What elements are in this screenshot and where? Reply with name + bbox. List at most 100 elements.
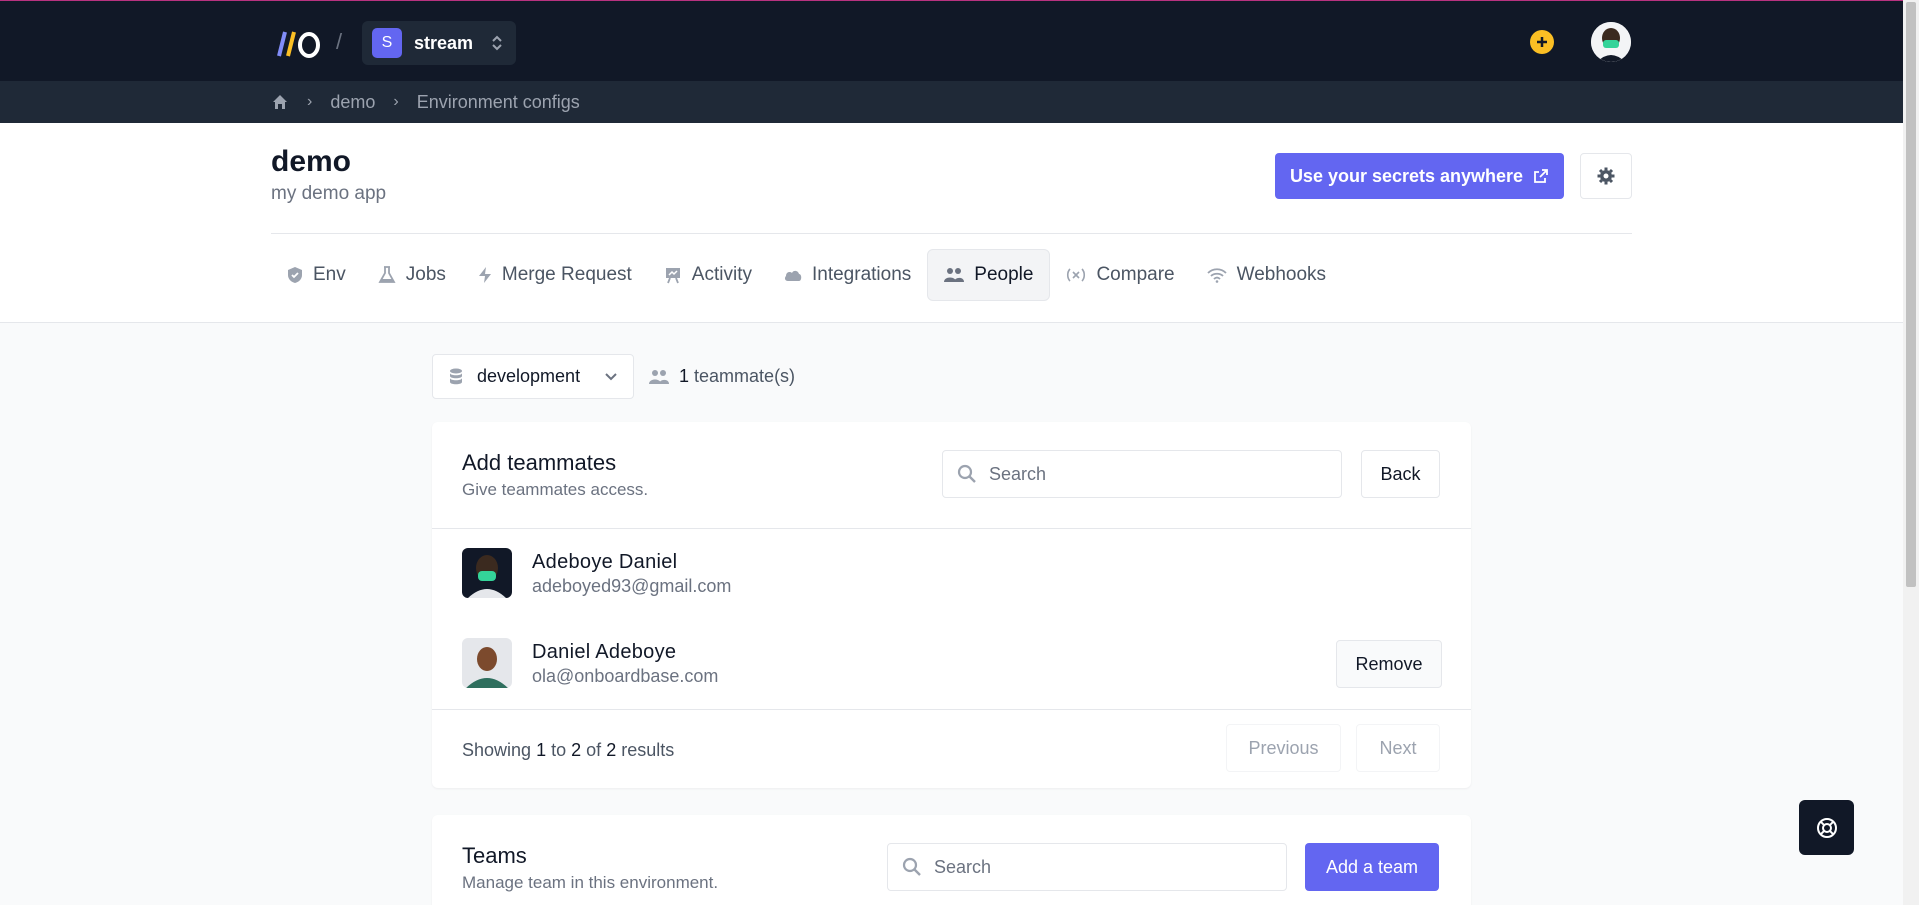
breadcrumb-item-app[interactable]: demo bbox=[330, 92, 375, 113]
teammates-search[interactable] bbox=[942, 450, 1342, 498]
cloud-icon bbox=[784, 270, 802, 281]
external-link-icon bbox=[1534, 169, 1548, 183]
remove-member-button[interactable]: Remove bbox=[1336, 640, 1442, 688]
avatar bbox=[462, 548, 512, 598]
tab-bar: Env Jobs Merge Request Activity Integrat… bbox=[271, 249, 1342, 301]
results-total: 2 bbox=[606, 740, 617, 760]
member-row: Daniel Adeboye ola@onboardbase.com Remov… bbox=[462, 638, 1442, 690]
avatar-image-icon bbox=[462, 548, 512, 598]
avatar-image-icon bbox=[462, 638, 512, 688]
previous-button[interactable]: Previous bbox=[1226, 724, 1341, 772]
tab-jobs[interactable]: Jobs bbox=[362, 249, 462, 301]
card-divider bbox=[432, 709, 1471, 710]
card-subtitle: Give teammates access. bbox=[462, 480, 649, 499]
header-divider bbox=[271, 233, 1632, 234]
teammates-number: 1 bbox=[679, 366, 690, 386]
card-title: Add teammates bbox=[462, 450, 617, 475]
teammates-label: teammate(s) bbox=[694, 366, 796, 386]
tab-label: Webhooks bbox=[1236, 264, 1327, 285]
variable-icon bbox=[1067, 268, 1086, 282]
tab-people[interactable]: People bbox=[927, 249, 1051, 301]
card-divider bbox=[432, 528, 1471, 529]
card-subtitle: Manage team in this environment. bbox=[462, 873, 719, 892]
bolt-icon bbox=[478, 267, 491, 283]
page-subtitle: my demo app bbox=[271, 183, 387, 204]
chevron-up-down-icon bbox=[492, 35, 502, 51]
avatar bbox=[462, 638, 512, 688]
tab-label: Integrations bbox=[811, 264, 912, 285]
member-email: ola@onboardbase.com bbox=[532, 666, 719, 686]
tab-label: Jobs bbox=[405, 264, 446, 285]
results-of-word: of bbox=[586, 740, 602, 760]
project-name: stream bbox=[414, 32, 474, 53]
database-icon bbox=[450, 368, 462, 384]
add-teammates-card: Add teammates Give teammates access. Bac… bbox=[432, 422, 1471, 788]
tab-label: Env bbox=[313, 264, 346, 285]
results-from: 1 bbox=[536, 740, 547, 760]
member-name: Adeboye Daniel bbox=[532, 551, 678, 573]
member-email: adeboyed93@gmail.com bbox=[532, 576, 732, 596]
teams-search[interactable] bbox=[887, 843, 1287, 891]
chevron-down-icon bbox=[605, 373, 617, 381]
breadcrumb-item-current[interactable]: Environment configs bbox=[417, 92, 580, 113]
search-icon bbox=[957, 464, 976, 483]
member-name: Daniel Adeboye bbox=[532, 641, 677, 663]
gear-icon bbox=[1597, 167, 1615, 185]
app-header: demo my demo app Use your secrets anywhe… bbox=[0, 123, 1903, 323]
project-switcher[interactable]: S stream bbox=[362, 21, 516, 65]
results-prefix: Showing bbox=[462, 740, 532, 760]
teammates-count: 1 teammate(s) bbox=[649, 366, 795, 387]
tab-activity[interactable]: Activity bbox=[648, 249, 768, 301]
wifi-icon bbox=[1206, 268, 1227, 283]
presentation-icon bbox=[665, 268, 680, 284]
users-icon bbox=[944, 268, 965, 282]
teams-search-input[interactable] bbox=[934, 856, 1242, 878]
tab-webhooks[interactable]: Webhooks bbox=[1191, 249, 1342, 301]
scrollbar-thumb[interactable] bbox=[1906, 2, 1916, 587]
search-icon bbox=[902, 857, 921, 876]
user-avatar[interactable] bbox=[1591, 22, 1631, 62]
pagination-summary: Showing 1 to 2 of 2 results bbox=[462, 740, 674, 761]
environment-selected: development bbox=[477, 366, 581, 386]
use-secrets-button[interactable]: Use your secrets anywhere bbox=[1275, 153, 1564, 199]
tab-merge-request[interactable]: Merge Request bbox=[462, 249, 648, 301]
add-new-button[interactable] bbox=[1530, 30, 1554, 54]
logo-icon[interactable] bbox=[271, 29, 321, 59]
tab-compare[interactable]: Compare bbox=[1050, 249, 1190, 301]
plus-icon bbox=[1537, 37, 1547, 47]
chevron-right-icon: › bbox=[307, 93, 313, 110]
tab-label: Compare bbox=[1096, 264, 1175, 285]
flask-icon bbox=[378, 266, 396, 283]
tab-label: People bbox=[974, 264, 1034, 285]
lifebuoy-icon bbox=[1816, 817, 1837, 838]
results-to: 2 bbox=[571, 740, 582, 760]
nav-separator: / bbox=[336, 29, 343, 54]
teams-card: Teams Manage team in this environment. A… bbox=[432, 815, 1471, 905]
results-to-word: to bbox=[551, 740, 567, 760]
home-icon[interactable] bbox=[271, 93, 289, 111]
help-button[interactable] bbox=[1799, 800, 1854, 855]
use-secrets-label: Use your secrets anywhere bbox=[1289, 165, 1524, 186]
next-button[interactable]: Next bbox=[1356, 724, 1440, 772]
users-icon bbox=[649, 369, 669, 384]
tab-integrations[interactable]: Integrations bbox=[768, 249, 927, 301]
top-navbar: / S stream bbox=[0, 0, 1903, 81]
shield-icon bbox=[288, 267, 302, 283]
page-title: demo bbox=[271, 145, 352, 178]
teammates-search-input[interactable] bbox=[989, 463, 1297, 485]
back-button[interactable]: Back bbox=[1361, 450, 1440, 498]
results-suffix: results bbox=[621, 740, 675, 760]
settings-button[interactable] bbox=[1580, 153, 1632, 199]
card-title: Teams bbox=[462, 843, 527, 868]
environment-select[interactable]: development bbox=[432, 354, 634, 399]
avatar-image-icon bbox=[1591, 22, 1631, 62]
chevron-right-icon: › bbox=[393, 93, 399, 110]
tab-label: Merge Request bbox=[501, 264, 632, 285]
member-row: Adeboye Daniel adeboyed93@gmail.com bbox=[462, 548, 1442, 600]
tab-label: Activity bbox=[691, 264, 752, 285]
breadcrumb: › demo › Environment configs bbox=[0, 81, 1903, 123]
project-initial: S bbox=[372, 28, 402, 58]
add-team-button[interactable]: Add a team bbox=[1305, 843, 1439, 891]
scrollbar[interactable] bbox=[1903, 0, 1919, 905]
tab-env[interactable]: Env bbox=[271, 249, 362, 301]
